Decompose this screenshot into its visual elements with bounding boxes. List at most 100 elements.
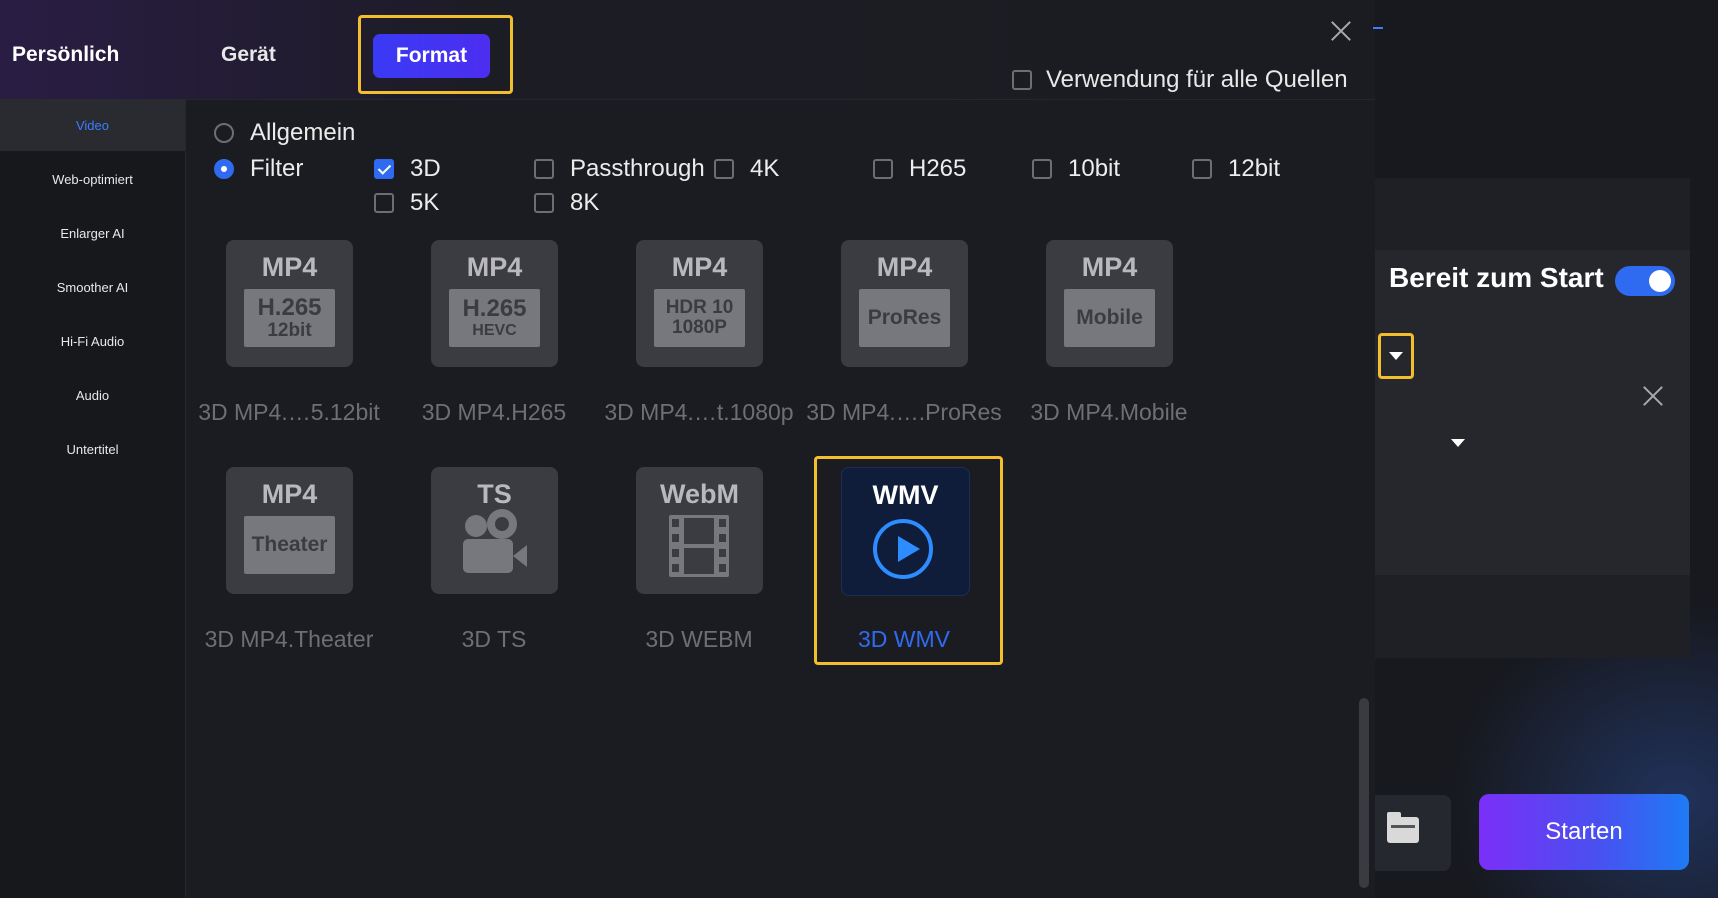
sidebar-item-web-optimized[interactable]: Web-optimiert bbox=[0, 153, 185, 205]
filter-8k-label: 8K bbox=[570, 189, 600, 216]
format-caption[interactable]: 3D MP4.Theater bbox=[174, 626, 404, 653]
format-tile-title: MP4 bbox=[466, 252, 523, 282]
use-for-all-sources-option[interactable]: Verwendung für alle Quellen bbox=[1012, 66, 1348, 94]
filter-4k-checkbox[interactable] bbox=[714, 159, 734, 179]
format-tile-mp4-theater[interactable]: MP4 Theater bbox=[226, 467, 353, 594]
filter-12bit[interactable]: 12bit bbox=[1192, 155, 1280, 183]
filter-5k[interactable]: 5K bbox=[374, 189, 439, 217]
filter-10bit-checkbox[interactable] bbox=[1032, 159, 1052, 179]
format-caption[interactable]: 3D MP4.…5.12bit bbox=[174, 399, 404, 426]
format-plate-line1: Theater bbox=[251, 533, 328, 556]
format-tile-title: MP4 bbox=[876, 252, 933, 282]
format-plate-line1: H.265 bbox=[462, 295, 527, 322]
filter-h265[interactable]: H265 bbox=[873, 155, 966, 183]
format-plate: Theater bbox=[244, 516, 335, 574]
format-plate-line2: 1080P bbox=[672, 317, 727, 338]
filter-3d[interactable]: 3D bbox=[374, 155, 441, 183]
play-circle-icon bbox=[873, 519, 933, 579]
format-plate: H.265 HEVC bbox=[449, 289, 540, 347]
open-output-folder-button[interactable] bbox=[1375, 795, 1451, 871]
general-label: Allgemein bbox=[250, 119, 356, 146]
filter-3d-checkbox[interactable] bbox=[374, 159, 394, 179]
use-for-all-sources-label: Verwendung für alle Quellen bbox=[1046, 66, 1348, 93]
film-strip-icon bbox=[669, 515, 729, 577]
filter-passthrough-checkbox[interactable] bbox=[534, 159, 554, 179]
format-caption[interactable]: 3D WEBM bbox=[584, 626, 814, 653]
format-caption[interactable]: 3D MP4.H265 bbox=[379, 399, 609, 426]
tab-device[interactable]: Gerät bbox=[221, 43, 276, 67]
filter-8k[interactable]: 8K bbox=[534, 189, 599, 217]
sidebar-item-enlarger-ai[interactable]: Enlarger AI bbox=[0, 207, 185, 259]
ready-to-start-label: Bereit zum Start bbox=[1389, 262, 1604, 293]
format-dropdown-highlight[interactable] bbox=[1378, 333, 1414, 379]
format-plate-line1: ProRes bbox=[867, 306, 942, 329]
format-settings-dialog: Persönlich Gerät Format Verwendung für a… bbox=[0, 0, 1383, 898]
tab-personal[interactable]: Persönlich bbox=[12, 43, 119, 67]
filter-12bit-checkbox[interactable] bbox=[1192, 159, 1212, 179]
general-option[interactable]: Allgemein bbox=[214, 119, 355, 147]
format-tile-webm[interactable]: WebM bbox=[636, 467, 763, 594]
filter-h265-checkbox[interactable] bbox=[873, 159, 893, 179]
category-sidebar: Video Web-optimiert Enlarger AI Smoother… bbox=[0, 99, 186, 898]
filter-h265-label: H265 bbox=[909, 155, 967, 182]
filter-4k-label: 4K bbox=[750, 155, 780, 182]
chevron-down-icon[interactable] bbox=[1451, 439, 1465, 447]
format-plate-line2: HEVC bbox=[472, 322, 517, 339]
start-button[interactable]: Starten bbox=[1479, 794, 1689, 870]
format-tile-ts[interactable]: TS bbox=[431, 467, 558, 594]
format-caption[interactable]: 3D MP4.…t.1080p bbox=[584, 399, 814, 426]
format-tile-title: MP4 bbox=[261, 252, 318, 282]
sidebar-item-smoother-ai[interactable]: Smoother AI bbox=[0, 261, 185, 313]
format-tile-mp4-hdr10-1080p[interactable]: MP4 HDR 10 1080P bbox=[636, 240, 763, 367]
filter-10bit[interactable]: 10bit bbox=[1032, 155, 1120, 183]
format-caption[interactable]: 3D TS bbox=[379, 626, 609, 653]
sidebar-item-subtitles[interactable]: Untertitel bbox=[0, 423, 185, 475]
close-dialog-icon[interactable] bbox=[1328, 18, 1354, 44]
filter-4k[interactable]: 4K bbox=[714, 155, 779, 183]
format-caption[interactable]: 3D MP4.Mobile bbox=[994, 399, 1224, 426]
format-tile-mp4-mobile[interactable]: MP4 Mobile bbox=[1046, 240, 1173, 367]
filter-radio[interactable] bbox=[214, 159, 234, 179]
filter-5k-checkbox[interactable] bbox=[374, 193, 394, 213]
filter-3d-label: 3D bbox=[410, 155, 441, 182]
sidebar-item-hifi-audio[interactable]: Hi-Fi Audio bbox=[0, 315, 185, 367]
format-tile-wmv[interactable]: WMV bbox=[841, 467, 970, 596]
task-card-settings bbox=[1375, 250, 1690, 575]
filter-10bit-label: 10bit bbox=[1068, 155, 1121, 182]
sidebar-item-audio[interactable]: Audio bbox=[0, 369, 185, 421]
format-caption-selected[interactable]: 3D WMV bbox=[789, 626, 1019, 653]
chevron-down-icon bbox=[1389, 352, 1403, 360]
format-plate: ProRes bbox=[859, 289, 950, 347]
filter-option[interactable]: Filter bbox=[214, 155, 303, 183]
format-tile-mp4-h265-12bit[interactable]: MP4 H.265 12bit bbox=[226, 240, 353, 367]
minimize-icon[interactable] bbox=[1373, 27, 1383, 29]
sidebar-item-video[interactable]: Video bbox=[0, 99, 185, 151]
tab-format[interactable]: Format bbox=[373, 34, 490, 78]
filter-label: Filter bbox=[250, 155, 304, 182]
format-caption[interactable]: 3D MP4.….ProRes bbox=[789, 399, 1019, 426]
format-tile-title: WMV bbox=[872, 480, 939, 510]
general-radio[interactable] bbox=[214, 123, 234, 143]
format-tile-title: MP4 bbox=[1081, 252, 1138, 282]
remove-task-close-icon[interactable] bbox=[1640, 383, 1666, 409]
filter-passthrough-label: Passthrough bbox=[570, 155, 705, 182]
format-tile-mp4-h265-hevc[interactable]: MP4 H.265 HEVC bbox=[431, 240, 558, 367]
toggle-knob bbox=[1649, 270, 1671, 292]
format-plate-line2: 12bit bbox=[267, 320, 312, 341]
format-plate: H.265 12bit bbox=[244, 289, 335, 347]
filter-8k-checkbox[interactable] bbox=[534, 193, 554, 213]
format-plate-line1: Mobile bbox=[1076, 306, 1143, 329]
format-tile-mp4-prores[interactable]: MP4 ProRes bbox=[841, 240, 968, 367]
divider bbox=[185, 99, 1375, 100]
use-for-all-sources-checkbox[interactable] bbox=[1012, 70, 1032, 90]
ready-to-start-toggle[interactable] bbox=[1615, 266, 1675, 296]
filter-5k-label: 5K bbox=[410, 189, 440, 216]
filter-passthrough[interactable]: Passthrough bbox=[534, 155, 705, 183]
format-plate-line1: HDR 10 bbox=[665, 297, 734, 318]
format-plate-line1: H.265 bbox=[257, 294, 322, 321]
folder-icon bbox=[1387, 812, 1419, 843]
scrollbar[interactable] bbox=[1359, 698, 1369, 888]
format-plate: HDR 10 1080P bbox=[654, 289, 745, 347]
format-plate: Mobile bbox=[1064, 289, 1155, 347]
format-tile-title: TS bbox=[477, 479, 512, 509]
